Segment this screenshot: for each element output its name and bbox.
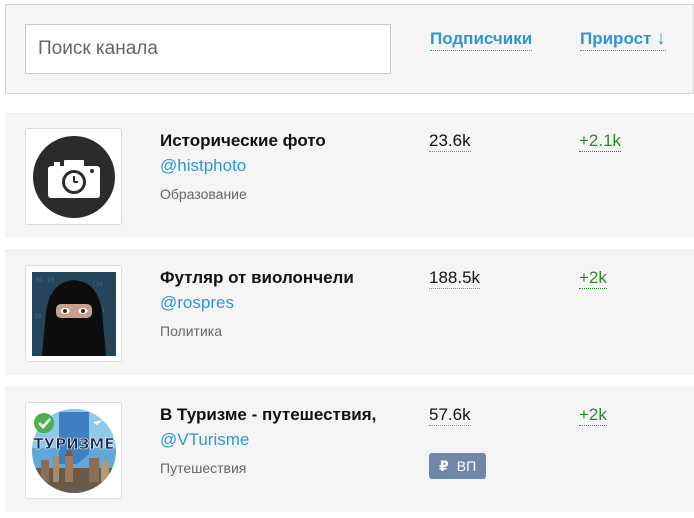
svg-text:10: 10	[34, 313, 42, 320]
masked-person-photo: 01 10110 0110	[31, 271, 116, 356]
channel-row: ТУРИЗМЕ В Туризме - путешествия, @VTuris…	[5, 387, 694, 512]
avatar[interactable]: ТУРИЗМЕ	[25, 402, 122, 499]
subscribers-count: 188.5k	[429, 268, 481, 289]
channel-row: 01 10110 0110 Футляр от виолончели @rosp…	[5, 250, 694, 375]
channel-name[interactable]: В Туризме - путешествия,	[160, 405, 376, 425]
tourism-logo: ТУРИЗМЕ	[31, 408, 116, 493]
channel-category: Политика	[160, 323, 222, 339]
channel-handle-link[interactable]: @histphoto	[160, 156, 246, 176]
growth-value: +2k	[579, 405, 607, 426]
channel-list-header: Подписчики Прирост ↓	[5, 4, 694, 94]
channel-name[interactable]: Исторические фото	[160, 131, 326, 151]
avatar[interactable]: 01 10110 0110	[25, 265, 122, 362]
growth-value: +2.1k	[579, 131, 622, 152]
sort-subscribers-link[interactable]: Подписчики	[430, 29, 533, 51]
channel-name[interactable]: Футляр от виолончели	[160, 268, 354, 288]
svg-text:ТУРИЗМЕ: ТУРИЗМЕ	[33, 435, 114, 453]
channel-handle-link[interactable]: @VTurisme	[160, 430, 249, 450]
channel-category: Образование	[160, 186, 247, 202]
svg-text:110: 110	[92, 281, 103, 288]
avatar[interactable]	[25, 128, 122, 225]
search-input[interactable]	[25, 24, 391, 74]
channel-category: Путешествия	[160, 460, 247, 476]
vp-badge-label: ВП	[456, 458, 477, 474]
channel-row: Исторические фото @histphoto Образование…	[5, 113, 694, 238]
subscribers-count: 57.6k	[429, 405, 471, 426]
ruble-icon: ₽	[439, 457, 449, 474]
growth-label: Прирост	[580, 29, 652, 48]
sort-growth-link[interactable]: Прирост ↓	[580, 29, 666, 51]
channel-handle-link[interactable]: @rospres	[160, 293, 234, 313]
vp-badge-button[interactable]: ₽ ВП	[429, 453, 487, 479]
svg-text:01 10: 01 10	[36, 277, 54, 284]
growth-value: +2k	[579, 268, 607, 289]
sort-down-arrow-icon: ↓	[656, 28, 666, 49]
subscribers-count: 23.6k	[429, 131, 471, 152]
camera-clock-icon	[32, 135, 115, 218]
